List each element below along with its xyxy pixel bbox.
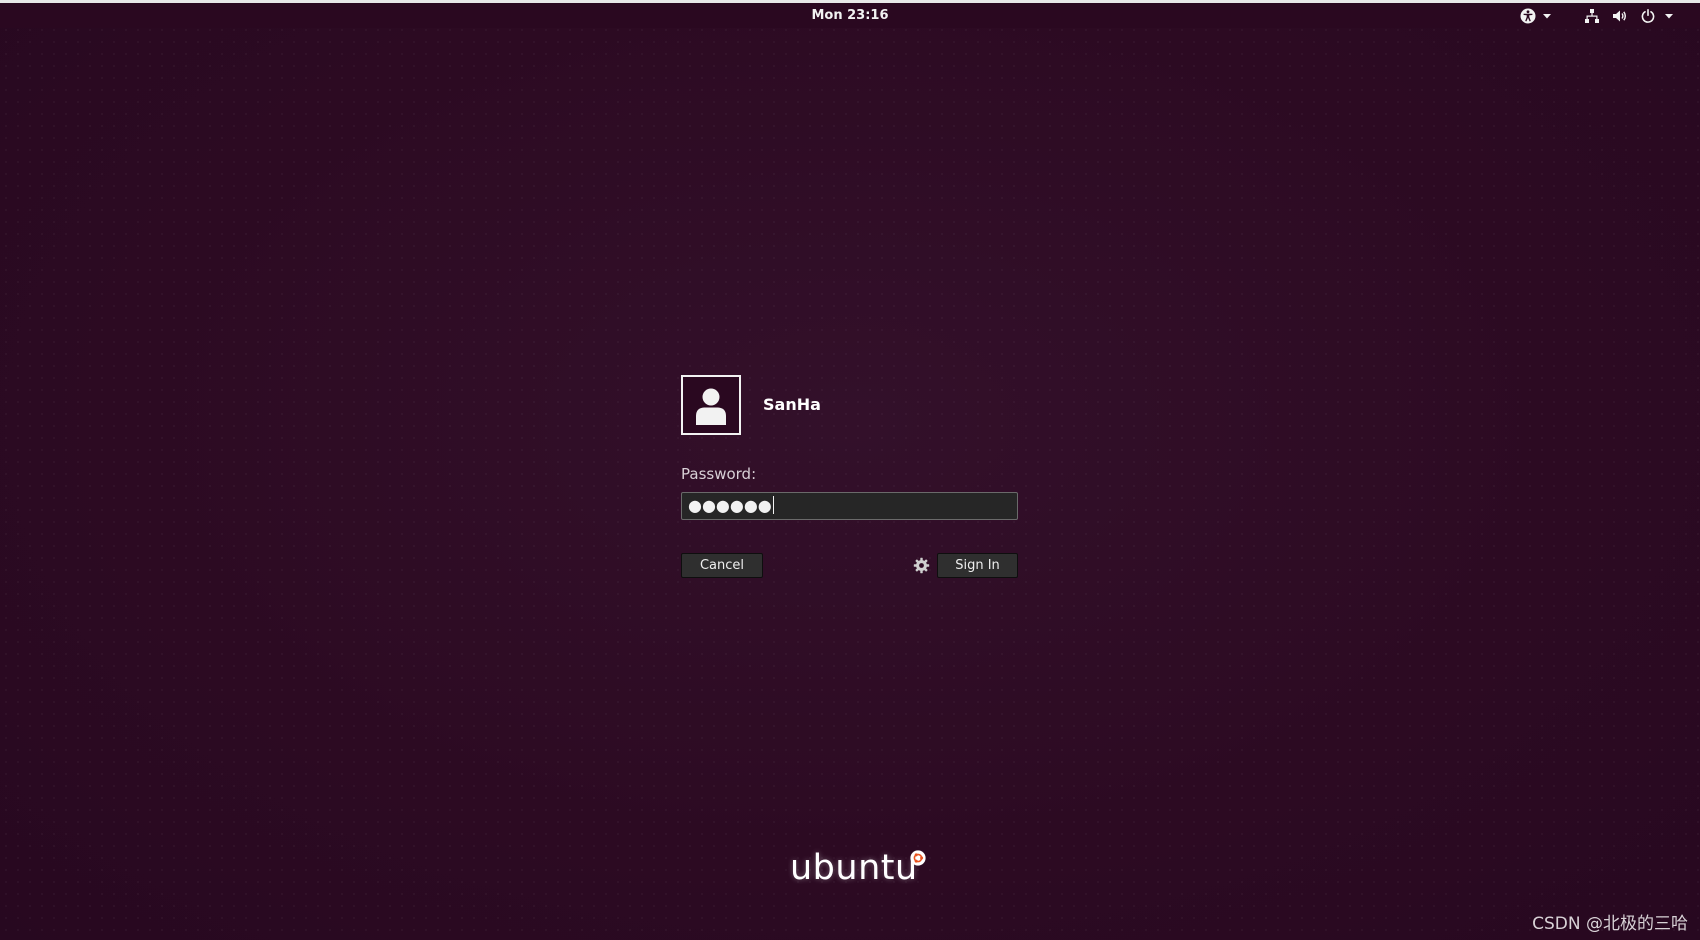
user-row: SanHa (681, 375, 1018, 439)
session-options-button[interactable] (913, 557, 930, 574)
password-label: Password: (681, 465, 757, 483)
cancel-button[interactable]: Cancel (681, 553, 763, 578)
logo-text: ubuntu (790, 848, 918, 888)
sign-in-button[interactable]: Sign In (937, 553, 1018, 578)
power-menu[interactable] (1634, 3, 1682, 28)
chevron-down-icon (1665, 13, 1673, 18)
accessibility-menu[interactable] (1514, 3, 1560, 28)
volume-icon (1613, 10, 1626, 21)
avatar (681, 375, 741, 435)
watermark: CSDN @北极的三哈 (1532, 914, 1688, 934)
power-icon (1641, 8, 1655, 23)
network-icon (1585, 8, 1599, 23)
gear-icon (913, 557, 930, 574)
password-field[interactable]: ●●●●●● (681, 492, 1018, 520)
chevron-down-icon (1543, 13, 1551, 18)
username-label: SanHa (763, 395, 821, 414)
volume-menu[interactable] (1606, 3, 1634, 28)
login-dialog: SanHa Password: ●●●●●● Cancel Sign In (681, 375, 1018, 578)
clock[interactable]: Mon 23:16 (0, 3, 1700, 28)
circle-of-friends-icon (910, 850, 926, 866)
text-caret (772, 496, 774, 514)
password-value: ●●●●●● (688, 496, 772, 515)
user-icon (696, 388, 726, 425)
accessibility-icon (1520, 8, 1536, 23)
network-menu[interactable] (1578, 3, 1606, 28)
system-indicators (1514, 3, 1682, 28)
